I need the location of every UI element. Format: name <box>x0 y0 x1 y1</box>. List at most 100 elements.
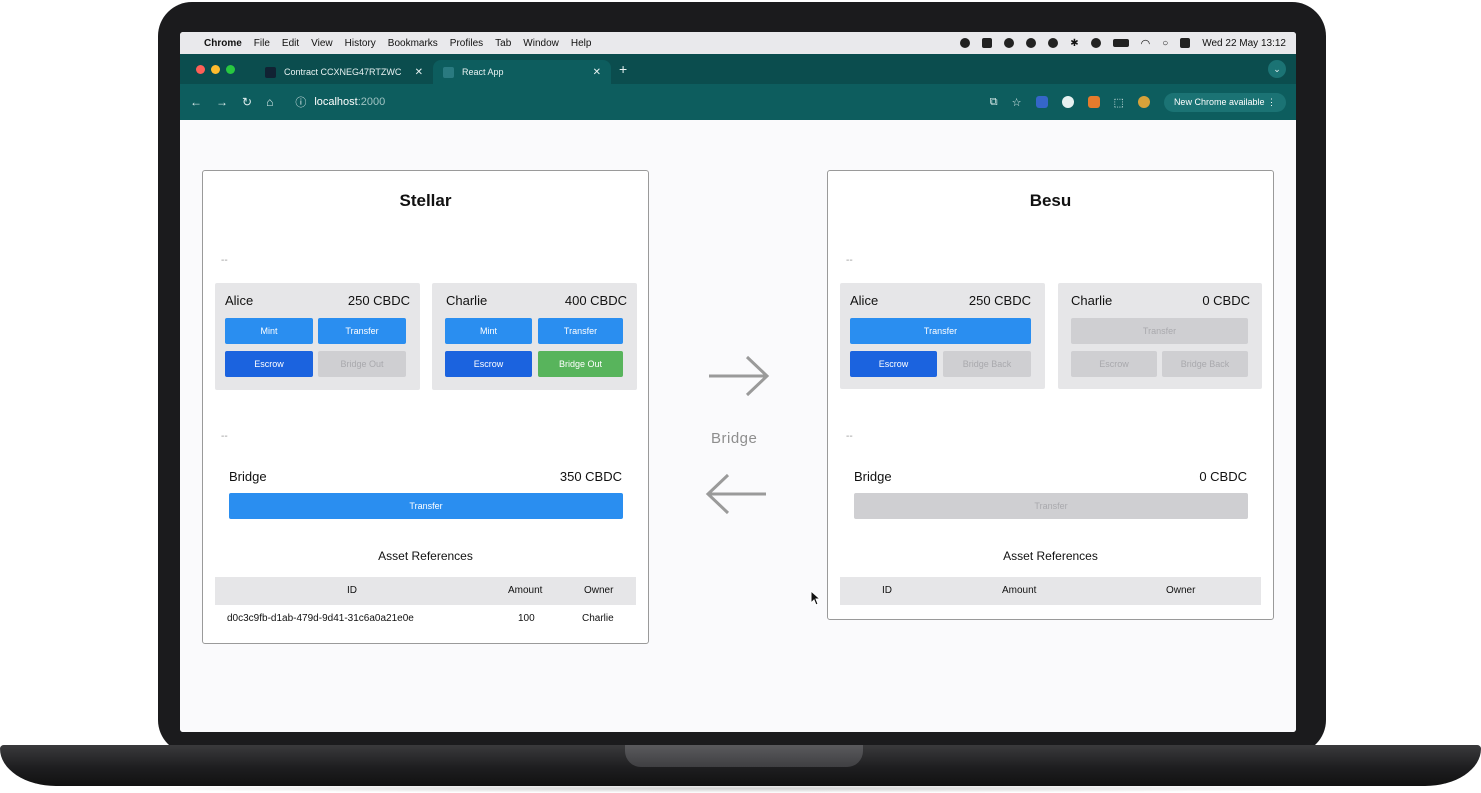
asset-references-title: Asset References <box>378 549 473 563</box>
toolbar-actions: ⧉ ☆ ⬚ New Chrome available ⋮ <box>990 92 1286 112</box>
chrome-toolbar: ← → ↻ ⌂ ⓘ localhost:2000 ⧉ ☆ ⬚ New Chrom… <box>180 84 1296 120</box>
bridge-back-button[interactable]: Bridge Back <box>1162 351 1248 377</box>
bridge-account-balance: 350 CBDC <box>559 469 622 484</box>
bridge-transfer-button[interactable]: Transfer <box>854 493 1248 519</box>
back-icon[interactable]: ← <box>190 95 202 109</box>
menu-view[interactable]: View <box>311 38 333 49</box>
reload-icon[interactable]: ↻ <box>242 95 252 109</box>
escrow-button[interactable]: Escrow <box>225 351 313 377</box>
transfer-button[interactable]: Transfer <box>850 318 1031 344</box>
menu-file[interactable]: File <box>254 38 270 49</box>
spotlight-search-icon[interactable]: ○ <box>1162 38 1168 49</box>
asset-id: d0c3c9fb-d1ab-479d-9d41-31c6a0a21e0e <box>227 613 414 624</box>
escrow-button[interactable]: Escrow <box>445 351 532 377</box>
tab-react-app[interactable]: React App ✕ <box>433 60 611 84</box>
laptop-frame: Chrome File Edit View History Bookmarks … <box>158 2 1326 754</box>
address-bar[interactable]: ⓘ localhost:2000 <box>287 90 393 114</box>
tab-search-icon[interactable]: ⌄ <box>1268 60 1286 78</box>
account-name: Alice <box>850 293 879 308</box>
app-status-icon[interactable] <box>1004 38 1015 48</box>
vpn-icon[interactable] <box>1048 38 1059 48</box>
status-placeholder: -- <box>846 431 853 442</box>
home-icon[interactable]: ⌂ <box>266 95 273 109</box>
tab-contract[interactable]: Contract CCXNEG47RTZWC ✕ <box>255 60 433 84</box>
react-app-page: Stellar -- Alice 250 CBDC Mint Transfer … <box>180 120 1296 732</box>
account-name: Charlie <box>446 293 488 308</box>
close-tab-icon[interactable]: ✕ <box>415 67 423 78</box>
url-host: localhost <box>314 96 358 108</box>
account-balance: 400 CBDC <box>564 293 627 308</box>
laptop-shadow <box>90 784 1390 793</box>
extensions-puzzle-icon[interactable]: ⬚ <box>1114 96 1124 109</box>
screenshot-icon[interactable] <box>982 38 993 48</box>
extension-1-icon[interactable] <box>1035 96 1048 108</box>
metamask-icon[interactable] <box>1087 96 1100 108</box>
clock-icon[interactable] <box>1090 38 1101 48</box>
bridge-account-balance: 0 CBDC <box>1199 469 1247 484</box>
bookmark-star-icon[interactable]: ☆ <box>1012 96 1022 109</box>
profile-avatar[interactable] <box>1137 96 1150 108</box>
menu-help[interactable]: Help <box>571 38 592 49</box>
maximize-window-icon[interactable] <box>226 64 235 74</box>
menubar-datetime[interactable]: Wed 22 May 13:12 <box>1202 38 1286 49</box>
account-name: Charlie <box>1071 293 1113 308</box>
escrow-button[interactable]: Escrow <box>1071 351 1157 377</box>
transfer-button[interactable]: Transfer <box>538 318 623 344</box>
menu-window[interactable]: Window <box>523 38 559 49</box>
close-window-icon[interactable] <box>196 64 205 74</box>
stellar-favicon-icon <box>265 66 276 78</box>
bridge-label: Bridge <box>711 430 758 447</box>
menu-bookmarks[interactable]: Bookmarks <box>388 38 438 49</box>
status-placeholder: -- <box>221 431 228 442</box>
minimize-window-icon[interactable] <box>211 64 220 74</box>
bluetooth-icon[interactable]: ✱ <box>1070 38 1078 49</box>
mint-button[interactable]: Mint <box>225 318 313 344</box>
new-chrome-available-button[interactable]: New Chrome available ⋮ <box>1163 92 1286 112</box>
tab-label: React App <box>462 67 504 77</box>
column-header-amount: Amount <box>1002 585 1037 596</box>
column-header-owner: Owner <box>1166 585 1196 596</box>
macos-menu-bar: Chrome File Edit View History Bookmarks … <box>180 32 1296 54</box>
wifi-icon[interactable]: ◠ <box>1141 37 1151 50</box>
bridge-account-name: Bridge <box>229 469 267 484</box>
close-tab-icon[interactable]: ✕ <box>593 67 601 78</box>
site-info-icon[interactable]: ⓘ <box>295 94 306 110</box>
menu-tab[interactable]: Tab <box>495 38 511 49</box>
mouse-cursor-icon <box>810 590 820 606</box>
column-header-id: ID <box>882 585 892 596</box>
menu-app-chrome[interactable]: Chrome <box>204 38 242 49</box>
transfer-button[interactable]: Transfer <box>318 318 406 344</box>
control-center-icon[interactable] <box>1180 38 1191 48</box>
column-header-amount: Amount <box>508 585 543 596</box>
cast-icon[interactable]: ⧉ <box>990 96 998 109</box>
menu-history[interactable]: History <box>345 38 376 49</box>
bridge-out-button[interactable]: Bridge Out <box>318 351 406 377</box>
mint-button[interactable]: Mint <box>445 318 532 344</box>
menubar-status-area: ✱ ◠ ○ Wed 22 May 13:12 <box>960 37 1286 50</box>
cloud-icon[interactable] <box>1026 38 1037 48</box>
account-balance: 250 CBDC <box>968 293 1031 308</box>
forward-icon[interactable]: → <box>216 95 228 109</box>
bridge-out-button[interactable]: Bridge Out <box>538 351 623 377</box>
chrome-tab-strip: Contract CCXNEG47RTZWC ✕ React App ✕ + ⌄ <box>180 54 1296 84</box>
asset-amount: 100 <box>518 613 535 624</box>
record-icon[interactable] <box>960 38 971 48</box>
account-card-alice: Alice 250 CBDC Transfer Escrow Bridge Ba… <box>840 283 1045 389</box>
extension-2-icon[interactable] <box>1061 96 1074 108</box>
transfer-button[interactable]: Transfer <box>1071 318 1248 344</box>
account-name: Alice <box>225 293 254 308</box>
status-placeholder: -- <box>846 255 853 266</box>
column-header-owner: Owner <box>584 585 614 596</box>
account-balance: 250 CBDC <box>347 293 410 308</box>
new-tab-icon[interactable]: + <box>619 61 627 77</box>
column-header-id: ID <box>347 585 357 596</box>
url-port: :2000 <box>357 96 386 108</box>
menu-edit[interactable]: Edit <box>282 38 299 49</box>
bridge-back-button[interactable]: Bridge Back <box>943 351 1031 377</box>
battery-icon[interactable] <box>1112 39 1129 47</box>
status-placeholder: -- <box>221 255 228 266</box>
arrow-right-icon <box>709 355 770 397</box>
bridge-transfer-button[interactable]: Transfer <box>229 493 623 519</box>
menu-profiles[interactable]: Profiles <box>450 38 483 49</box>
escrow-button[interactable]: Escrow <box>850 351 937 377</box>
